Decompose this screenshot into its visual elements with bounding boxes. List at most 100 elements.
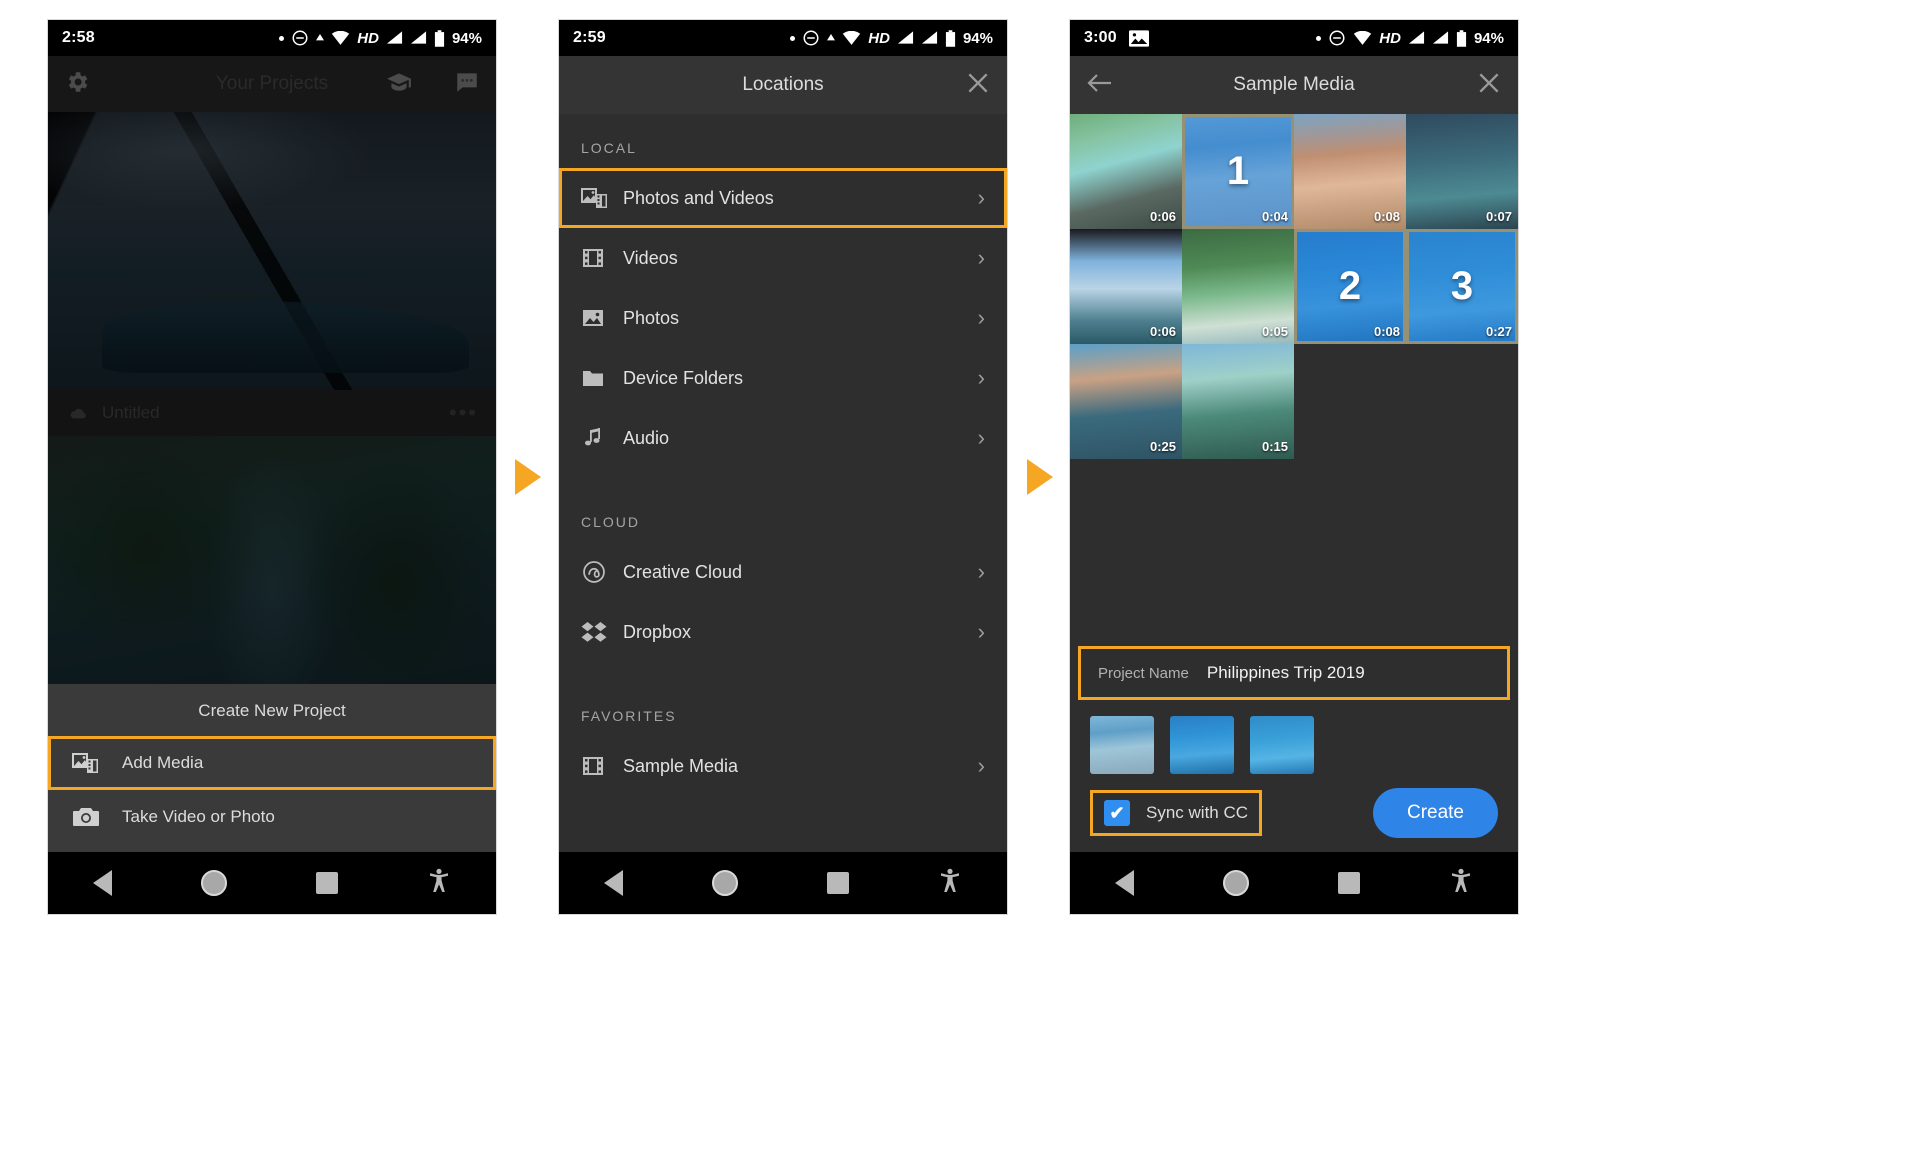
media-thumbnail[interactable]: 0:05 [1182,229,1294,344]
graduation-cap-icon[interactable] [386,69,412,100]
recents-square-icon[interactable] [316,872,339,894]
location-device-folders[interactable]: Device Folders › [559,348,1007,408]
footer-actions: ✔ Sync with CC Create [1070,788,1518,852]
flow-arrow-1-icon [515,459,541,495]
location-videos[interactable]: Videos › [559,228,1007,288]
dropbox-icon [581,620,623,644]
android-navbar [48,852,496,914]
media-thumbnail[interactable]: 0:06 [1070,114,1182,229]
media-duration: 0:08 [1373,209,1400,224]
chat-bubble-icon[interactable] [454,69,480,100]
recents-square-icon[interactable] [827,872,850,894]
page-title: Sample Media [1233,74,1355,95]
create-project-footer: Project Name Philippines Trip 2019 ✔ Syn… [1070,646,1518,852]
signal-bars-icon-2 [921,31,938,44]
add-media-button[interactable]: Add Media [48,736,496,790]
media-thumbnail[interactable]: 0:08 [1294,114,1406,229]
close-icon[interactable] [1476,70,1502,101]
media-thumbnail[interactable]: 0:07 [1406,114,1518,229]
hd-label: HD [1379,29,1401,47]
locations-list[interactable]: LOCAL Photos and Videos › Videos › Photo… [559,114,1007,852]
media-thumbnail-selected[interactable]: 1 0:04 [1182,114,1294,229]
media-duration: 0:27 [1485,324,1512,339]
create-button[interactable]: Create [1372,788,1498,838]
wifi-icon [1354,30,1372,45]
arrow-left-icon[interactable] [1086,71,1114,100]
back-triangle-icon[interactable] [92,870,112,896]
location-label: Sample Media [623,755,739,776]
wifi-icon [843,30,861,45]
gear-icon[interactable] [64,69,90,100]
signal-bars-icon-1 [386,31,403,44]
signal-bars-icon-2 [410,31,427,44]
take-video-or-photo-button[interactable]: Take Video or Photo [48,790,496,844]
project-name-label: Project Name [1098,664,1189,682]
project-name-field[interactable]: Project Name Philippines Trip 2019 [1078,646,1510,700]
location-audio[interactable]: Audio › [559,408,1007,468]
home-circle-icon[interactable] [200,870,227,896]
back-triangle-icon[interactable] [1114,870,1134,896]
recents-square-icon[interactable] [1338,872,1361,894]
status-icons: HD 94% [1316,29,1504,47]
location-label: Creative Cloud [623,561,743,582]
battery-icon [434,29,445,47]
selected-media-strip[interactable] [1070,700,1518,788]
photo-icon [1128,29,1149,47]
phone-panel-projects: 2:58 HD 94% Your Projects [48,20,496,914]
close-icon[interactable] [965,70,991,101]
location-creative-cloud[interactable]: Creative Cloud › [559,542,1007,602]
android-navbar [1070,852,1518,914]
hd-label: HD [357,29,379,47]
status-bar: 3:00 HD 94% [1070,20,1518,56]
status-dot-icon [790,35,796,41]
status-dot-icon [1316,35,1322,41]
screenshot-stage: 2:58 HD 94% Your Projects [0,0,1920,1154]
camera-icon [73,808,99,826]
uplink-caret-icon [827,34,836,41]
flow-arrow-2-icon [1027,459,1053,495]
location-label: Photos [623,307,680,328]
location-photos-and-videos[interactable]: Photos and Videos › [559,168,1007,228]
checkbox-checked-icon[interactable]: ✔ [1104,800,1130,826]
location-dropbox[interactable]: Dropbox › [559,602,1007,662]
do-not-disturb-icon [803,30,819,46]
film-icon [581,246,623,270]
battery-icon [945,29,956,47]
location-photos[interactable]: Photos › [559,288,1007,348]
accessibility-icon[interactable] [427,868,451,898]
chevron-right-icon: › [977,305,985,330]
android-navbar [559,852,1007,914]
media-duration: 0:15 [1261,439,1288,454]
media-grid[interactable]: 0:06 1 0:04 0:08 0:07 0:06 0:05 2 0:08 3 0:… [1070,114,1518,459]
selected-thumb-3[interactable] [1250,716,1314,774]
chevron-right-icon: › [977,245,985,270]
section-label-favorites: FAVORITES [581,708,677,724]
status-time: 3:00 [1084,29,1117,46]
home-circle-icon[interactable] [711,870,738,896]
do-not-disturb-icon [1329,30,1345,46]
media-thumbnail-selected[interactable]: 3 0:27 [1406,229,1518,344]
phone-panel-sample-media: 3:00 HD 94% Sample Media 0:06 1 0:04 0:0… [1070,20,1518,914]
media-thumbnail-selected[interactable]: 2 0:08 [1294,229,1406,344]
project-name-value: Philippines Trip 2019 [1206,663,1365,682]
media-thumbnail[interactable]: 0:15 [1182,344,1294,459]
media-duration: 0:25 [1149,439,1176,454]
location-sample-media[interactable]: Sample Media › [559,736,1007,796]
battery-percent: 94% [451,29,482,47]
media-thumbnail[interactable]: 0:25 [1070,344,1182,459]
add-media-icon [581,186,623,210]
home-circle-icon[interactable] [1222,870,1249,896]
uplink-caret-icon [316,34,325,41]
status-dot-icon [279,35,285,41]
selected-thumb-2[interactable] [1170,716,1234,774]
selected-thumb-1[interactable] [1090,716,1154,774]
accessibility-icon[interactable] [1449,868,1473,898]
sync-with-cc-toggle[interactable]: ✔ Sync with CC [1090,790,1263,836]
accessibility-icon[interactable] [938,868,962,898]
media-thumbnail[interactable]: 0:06 [1070,229,1182,344]
creative-cloud-icon [581,559,623,585]
page-title: Locations [742,74,824,95]
back-triangle-icon[interactable] [603,870,623,896]
chevron-right-icon: › [977,619,985,644]
media-duration: 0:08 [1373,324,1400,339]
